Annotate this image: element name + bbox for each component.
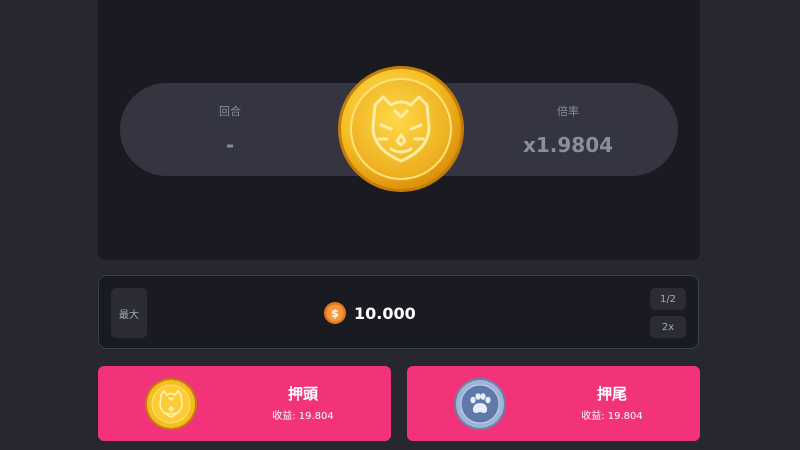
round-label: 回合 [219,105,241,118]
bet-heads-payout: 收益: 19.804 [272,411,334,422]
multiplier-label: 倍率 [557,105,579,118]
multiplier-value: x1.9804 [522,133,614,157]
tiger-coin-icon [145,378,197,430]
round-value: - [225,133,235,157]
bet-heads-title: 押頭 [287,385,318,403]
bet-tails-payout: 收益: 19.804 [581,411,643,422]
bet-tails-button[interactable]: 押尾 收益: 19.804 [407,366,700,441]
max-bet-button[interactable]: 最大 [111,288,147,338]
paw-coin-icon [454,378,506,430]
half-bet-button[interactable]: 1/2 [650,288,686,310]
round-info: 回合 - [120,83,340,176]
bet-heads-button[interactable]: 押頭 收益: 19.804 [98,366,391,441]
double-bet-button[interactable]: 2x [650,316,686,338]
bet-tails-title: 押尾 [596,385,627,403]
bet-amount-bar: 最大 $ 10.000 1/2 2x [98,275,699,349]
coin-symbol: $ [331,307,339,320]
dollar-coin-icon: $ [324,302,346,324]
bet-amount-display[interactable]: $ 10.000 [324,299,416,327]
multiplier-info: 倍率 x1.9804 [458,83,678,176]
bet-amount-value: 10.000 [354,303,416,323]
tiger-coin-icon [338,66,464,192]
